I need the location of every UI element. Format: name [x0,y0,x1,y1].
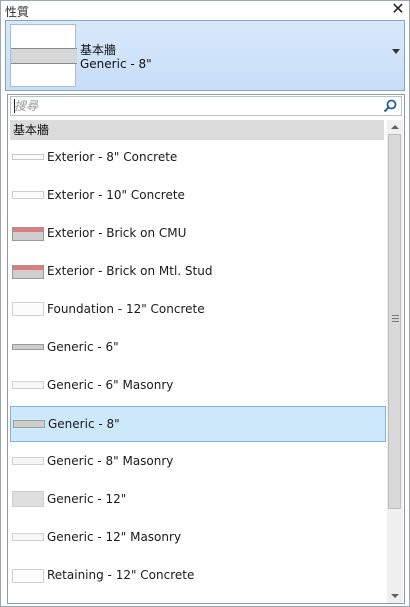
close-icon[interactable]: ✕ [390,0,406,18]
list-item-label: Exterior - 8" Concrete [47,150,178,164]
list-item[interactable]: Retaining - 12" Concrete [10,558,386,594]
list-item[interactable]: Generic - 8" [10,406,386,442]
wall-swatch-icon [12,381,44,389]
list-item[interactable]: Generic - 6" Masonry [10,368,386,404]
search-input[interactable] [14,98,374,114]
scrollbar[interactable] [387,120,403,603]
list-item-label: Generic - 8" [48,417,120,431]
type-list: Exterior - 8" Concrete Exterior - 10" Con… [10,140,386,603]
wall-swatch-icon [12,569,44,583]
type-name-label: Generic - 8" [80,57,152,71]
list-item-label: Exterior - Brick on CMU [47,226,187,240]
wall-swatch-icon [12,265,44,279]
type-selector[interactable]: 基本牆 Generic - 8" [5,20,405,91]
wall-preview-swatch [11,48,77,64]
type-family-label: 基本牆 [80,43,117,57]
list-item[interactable]: Exterior - 8" Concrete [10,140,386,176]
list-item-label: Exterior - Brick on Mtl. Stud [47,264,213,278]
list-item-label: Generic - 6" [47,340,119,354]
wall-swatch-icon [12,533,44,541]
list-item[interactable]: Generic - 12" Masonry [10,520,386,556]
list-item[interactable]: Exterior - Brick on CMU [10,216,386,252]
scrollbar-grip-icon [392,315,399,322]
list-item-label: Retaining - 12" Concrete [47,568,195,582]
wall-swatch-icon [12,344,44,350]
type-dropdown-list: 基本牆 Exterior - 8" Concrete Exterior - 10"… [7,94,405,604]
wall-swatch-icon [12,302,44,316]
list-item-label: Generic - 6" Masonry [47,378,174,392]
scroll-up-icon[interactable] [391,125,399,129]
list-item-label: Generic - 8" Masonry [47,454,174,468]
scroll-down-icon[interactable] [391,594,399,598]
scrollbar-thumb[interactable] [388,134,401,509]
list-item-label: Exterior - 10" Concrete [47,188,185,202]
wall-swatch-icon [12,227,44,241]
list-item[interactable]: Foundation - 12" Concrete [10,292,386,328]
list-item-label: Generic - 12" [47,492,127,506]
list-item-label: Generic - 12" Masonry [47,530,182,544]
list-item[interactable]: Generic - 8" Masonry [10,444,386,480]
wall-swatch-icon [12,491,44,507]
list-item[interactable]: Generic - 6" [10,330,386,366]
dropdown-arrow-icon[interactable] [392,49,400,54]
wall-swatch-icon [13,420,45,428]
title-bar: 性質 ✕ [1,0,409,19]
type-preview-image [10,24,77,87]
properties-panel: 性質 ✕ 基本牆 Generic - 8" 基本牆 Exterior - 8" … [0,0,410,607]
list-item-label: Foundation - 12" Concrete [47,302,205,316]
wall-swatch-icon [12,457,44,465]
list-item[interactable]: Generic - 12" [10,482,386,518]
panel-title: 性質 [5,5,30,19]
wall-swatch-icon [12,191,44,199]
search-box[interactable] [10,96,402,116]
search-icon[interactable] [382,98,398,114]
list-item[interactable]: Exterior - Brick on Mtl. Stud [10,254,386,290]
group-header: 基本牆 [10,120,384,140]
list-item[interactable]: Exterior - 10" Concrete [10,178,386,214]
wall-swatch-icon [12,154,44,160]
